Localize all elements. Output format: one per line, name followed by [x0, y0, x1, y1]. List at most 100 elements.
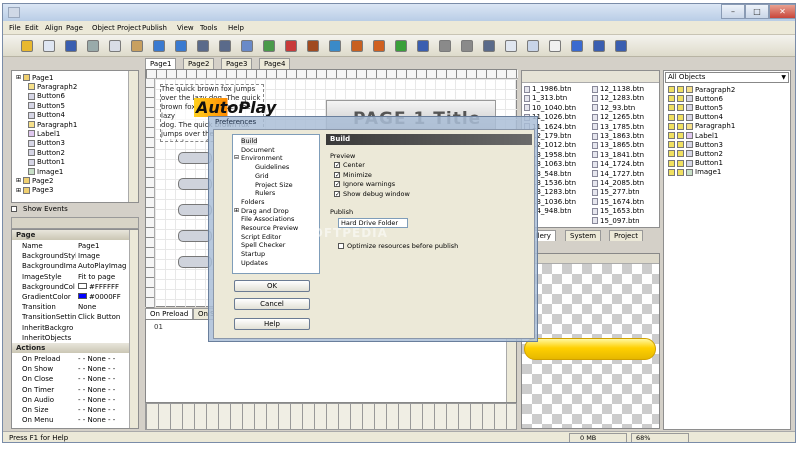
property-value[interactable]: AutoPlayImag — [78, 262, 130, 270]
object-item-image1[interactable]: Image1 — [668, 168, 721, 177]
add-image-icon[interactable] — [263, 40, 275, 52]
file-item[interactable]: 15_1674.btn — [592, 198, 644, 206]
visible-icon[interactable] — [668, 150, 675, 158]
tree-item-image1[interactable]: Image1 — [28, 167, 63, 176]
script-tab[interactable]: On Preload — [145, 308, 194, 319]
visible-icon[interactable] — [668, 113, 675, 121]
file-item[interactable]: 12_1138.btn — [592, 85, 644, 93]
property-value[interactable]: Image — [78, 252, 130, 260]
file-item[interactable]: 12_93.btn — [592, 104, 635, 112]
object-item-paragraph1[interactable]: Paragraph1 — [668, 122, 735, 131]
property-row[interactable]: TransitionSettin Click Button — [12, 312, 130, 322]
object-item-button5[interactable]: Button5 — [668, 103, 723, 112]
action-row[interactable]: On Preload - - None - - — [12, 354, 130, 364]
expander-icon[interactable]: ⊞ — [16, 74, 21, 81]
canvas-button-2[interactable] — [178, 178, 212, 190]
maximize-button[interactable]: □ — [745, 4, 769, 19]
build-icon[interactable] — [373, 40, 385, 52]
action-value[interactable]: - - None - - — [78, 406, 130, 414]
file-item[interactable]: 15_097.btn — [592, 217, 640, 225]
expander-icon[interactable]: ⊟ — [234, 154, 239, 161]
property-row[interactable]: Name Page1 — [12, 241, 130, 251]
copy-icon[interactable] — [109, 40, 121, 52]
tree-item-button1[interactable]: Button1 — [28, 158, 65, 167]
action-value[interactable]: - - None - - — [78, 365, 130, 373]
pref-category-spell-checker[interactable]: Spell Checker — [241, 241, 285, 249]
visible-icon[interactable] — [668, 95, 675, 103]
grid-icon[interactable] — [439, 40, 451, 52]
lock-icon[interactable] — [677, 141, 684, 149]
visible-icon[interactable] — [668, 104, 675, 112]
file-item[interactable]: 1_1986.btn — [524, 85, 572, 93]
minimize-button[interactable]: – — [721, 4, 745, 19]
action-row[interactable]: On Menu - - None - - — [12, 415, 130, 425]
pref-category-script-editor[interactable]: Script Editor — [241, 233, 281, 241]
action-value[interactable]: - - None - - — [78, 416, 130, 424]
ruler-icon[interactable] — [461, 40, 473, 52]
file-item[interactable]: 14_2085.btn — [592, 179, 644, 187]
property-row[interactable]: BackgroundIma AutoPlayImag — [12, 261, 130, 271]
action-row[interactable]: On Size - - None - - — [12, 405, 130, 415]
menu-align[interactable]: Align — [45, 24, 63, 32]
menu-tools[interactable]: Tools — [200, 24, 217, 32]
tab-project[interactable]: Project — [609, 230, 643, 241]
lock-icon[interactable] — [677, 104, 684, 112]
lock-icon[interactable] — [677, 122, 684, 130]
pref-category-project-size[interactable]: Project Size — [255, 181, 293, 189]
pref-category-drag-and-drop[interactable]: ⊞ Drag and Drop — [234, 207, 289, 215]
add-text-icon[interactable] — [307, 40, 319, 52]
menu-object[interactable]: Object — [92, 24, 115, 32]
cut-icon[interactable] — [87, 40, 99, 52]
property-row[interactable]: ImageStyle Fit to page — [12, 272, 130, 282]
visible-icon[interactable] — [668, 168, 675, 176]
align-left-icon[interactable] — [197, 40, 209, 52]
tab-page1[interactable]: Page1 — [145, 58, 177, 69]
paste-icon[interactable] — [131, 40, 143, 52]
tab-system[interactable]: System — [565, 230, 602, 241]
property-row[interactable]: InheritBackgro — [12, 323, 130, 333]
preview-icon[interactable] — [395, 40, 407, 52]
object-item-button3[interactable]: Button3 — [668, 140, 723, 149]
pref-category-resource-preview[interactable]: Resource Preview — [241, 224, 298, 232]
menu-view[interactable]: View — [177, 24, 194, 32]
world-icon[interactable] — [571, 40, 583, 52]
preview-option[interactable]: ✓ Ignore warnings — [334, 180, 395, 188]
save-icon[interactable] — [65, 40, 77, 52]
preview-option[interactable]: ✓ Show debug window — [334, 190, 410, 198]
publish-icon[interactable] — [417, 40, 429, 52]
property-value[interactable]: Page1 — [78, 242, 130, 250]
file-item[interactable]: 12_1283.btn — [592, 94, 644, 102]
file-item[interactable]: 15_277.btn — [592, 188, 640, 196]
lock-icon[interactable] — [677, 113, 684, 121]
tree-item-page3[interactable]: ⊞ Page3 — [16, 186, 53, 195]
visible-icon[interactable] — [668, 86, 675, 93]
undo-icon[interactable] — [153, 40, 165, 52]
file-item[interactable]: 14_1724.btn — [592, 160, 644, 168]
property-value[interactable]: #0000FF — [78, 293, 130, 301]
canvas-button-3[interactable] — [178, 204, 212, 216]
canvas-button-4[interactable] — [178, 230, 212, 242]
layout-icon[interactable] — [505, 40, 517, 52]
tree-item-paragraph2[interactable]: Paragraph2 — [28, 82, 77, 91]
align-center-icon[interactable] — [219, 40, 231, 52]
lock-icon[interactable] — [677, 168, 684, 176]
expander-icon[interactable]: ⊞ — [16, 187, 21, 194]
expander-icon[interactable]: ⊞ — [16, 177, 21, 184]
properties-scrollbar[interactable] — [129, 230, 138, 428]
option-checkbox[interactable]: ✓ — [334, 181, 340, 188]
property-value[interactable]: Click Button — [78, 313, 130, 321]
file-item[interactable]: 13_1785.btn — [592, 123, 644, 131]
canvas-button-5[interactable] — [178, 256, 212, 268]
pref-category-startup[interactable]: Startup — [241, 250, 265, 258]
show-events-checkbox[interactable] — [11, 206, 17, 212]
lock-icon[interactable] — [677, 95, 684, 103]
tree-item-paragraph1[interactable]: Paragraph1 — [28, 120, 77, 129]
help-icon[interactable] — [593, 40, 605, 52]
menu-page[interactable]: Page — [66, 24, 83, 32]
preview-option[interactable]: ✓ Minimize — [334, 171, 372, 179]
property-row[interactable]: GradientColor #0000FF — [12, 292, 130, 302]
pref-category-environment[interactable]: ⊟ Environment — [234, 154, 283, 162]
add-flash-icon[interactable] — [351, 40, 363, 52]
properties-icon[interactable] — [527, 40, 539, 52]
action-value[interactable]: - - None - - — [78, 396, 130, 404]
